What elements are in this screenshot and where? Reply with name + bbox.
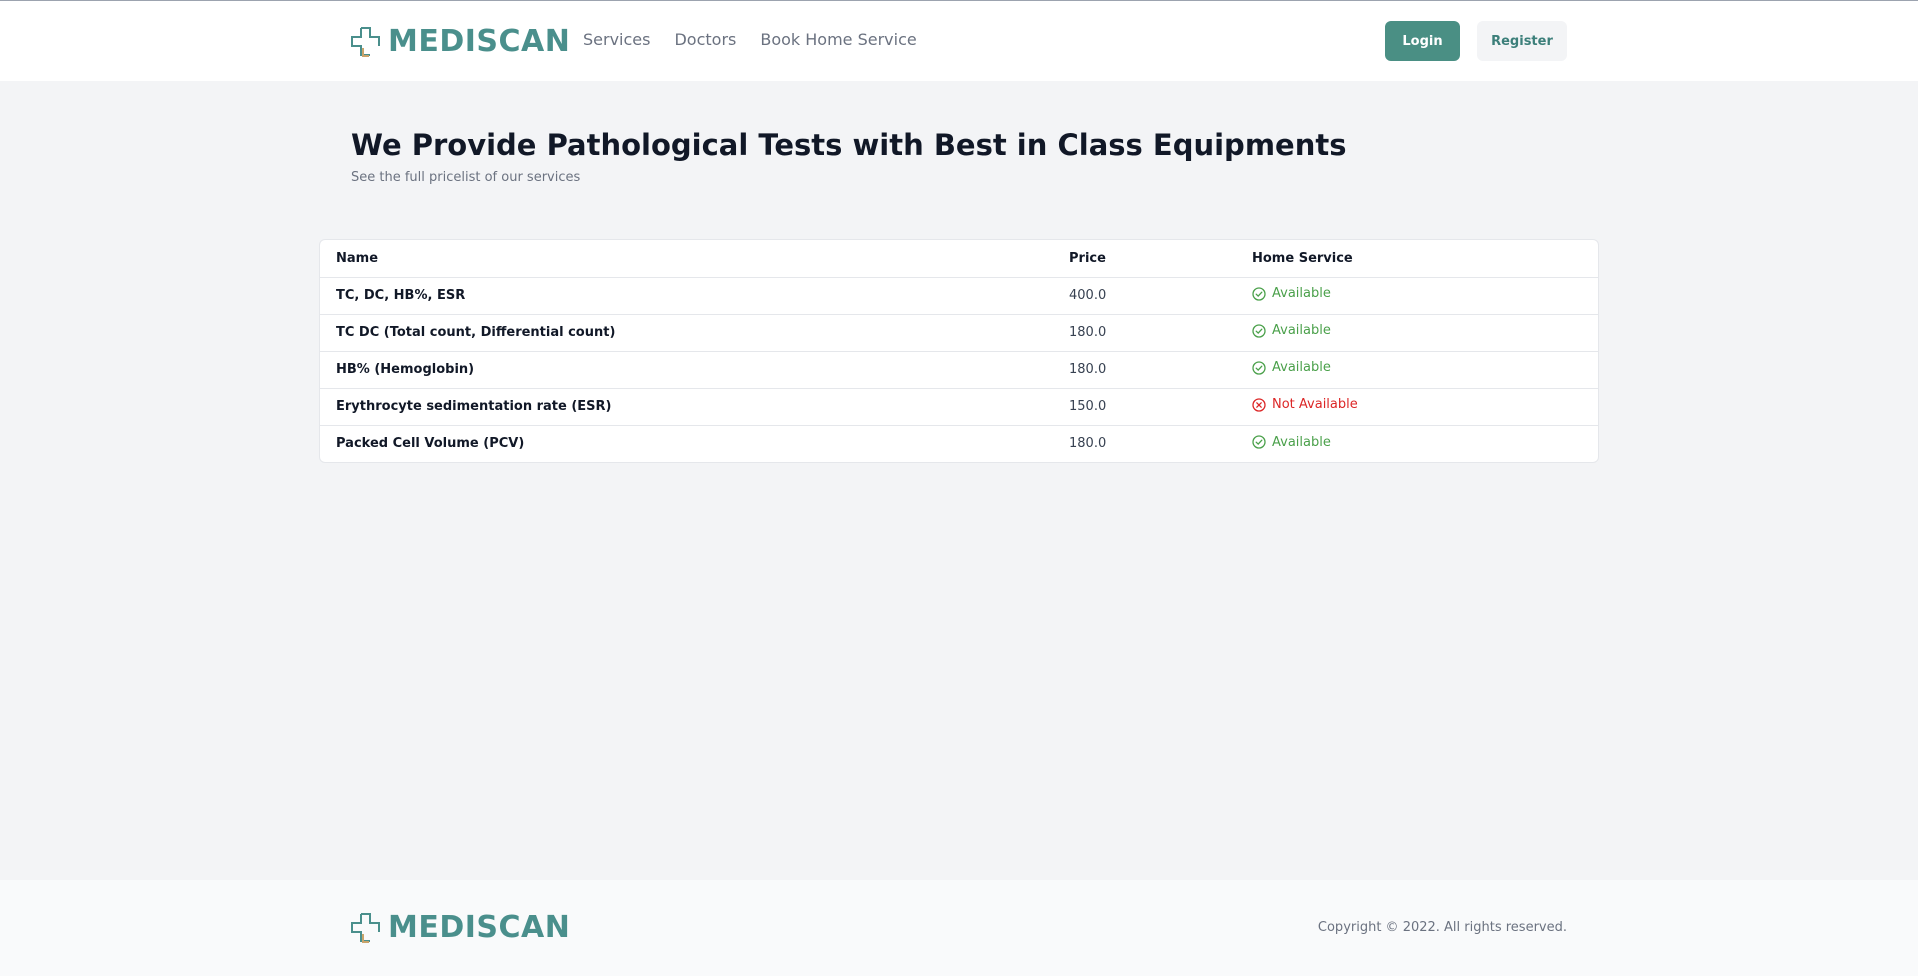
medical-cross-logo-icon <box>351 26 380 57</box>
home-service-cell: Available <box>1236 314 1598 352</box>
home-service-cell: Available <box>1236 277 1598 315</box>
table-body: TC, DC, HB%, ESR 400.0 Available TC DC (Tot… <box>320 277 1598 462</box>
check-circle-icon <box>1252 435 1266 449</box>
table-header-row: Name Price Home Service <box>320 240 1598 278</box>
home-service-cell: Available <box>1236 425 1598 462</box>
check-circle-icon <box>1252 287 1266 301</box>
table-row: Erythrocyte sedimentation rate (ESR) 150.… <box>320 388 1598 426</box>
price-cell: 180.0 <box>1069 436 1107 452</box>
nav-item-doctors[interactable]: Doctors <box>674 30 736 49</box>
page-title: We Provide Pathological Tests with Best … <box>351 128 1347 162</box>
medical-cross-logo-icon <box>351 912 380 943</box>
price-cell: 180.0 <box>1053 314 1236 352</box>
check-circle-icon <box>1252 361 1266 375</box>
footer-logo[interactable]: MEDISCAN <box>350 910 570 945</box>
brand-name: MEDISCAN <box>388 24 571 59</box>
status-available: Available <box>1252 435 1331 450</box>
hero-section: We Provide Pathological Tests with Best … <box>351 128 1346 185</box>
status-not-available: Not Available <box>1252 397 1358 412</box>
table-row: TC, DC, HB%, ESR 400.0 Available <box>320 277 1598 315</box>
home-service-cell: Available <box>1236 351 1598 389</box>
status-available: Available <box>1252 286 1331 301</box>
page-subtitle: See the full pricelist of our services <box>351 170 581 185</box>
nav-item-services[interactable]: Services <box>583 30 650 49</box>
pricelist-table-container: Name Price Home Service TC, DC, HB%, ESR… <box>319 239 1599 463</box>
table-row: TC DC (Total count, Differential count) 1… <box>320 314 1598 352</box>
test-name-cell: TC, DC, HB%, ESR <box>320 277 1053 315</box>
price-cell: 400.0 <box>1053 277 1236 315</box>
table-row: Packed Cell Volume (PCV) 180.0 Available <box>320 425 1598 462</box>
price-cell: 180.0 <box>1053 351 1236 389</box>
column-header-home-service: Home Service <box>1236 240 1598 278</box>
home-service-label: Not Available <box>1272 397 1358 413</box>
site-footer: MEDISCAN Copyright © 2022. All rights re… <box>0 880 1918 976</box>
home-service-label: Available <box>1272 323 1331 339</box>
column-header-price: Price <box>1053 240 1236 278</box>
x-circle-icon <box>1252 398 1266 412</box>
copyright-text: Copyright © 2022. All rights reserved. <box>1317 920 1567 935</box>
status-available: Available <box>1252 323 1331 338</box>
main-nav: Services Doctors Book Home Service <box>583 30 917 49</box>
login-button[interactable]: Login <box>1385 21 1460 61</box>
home-service-label: Available <box>1272 286 1331 302</box>
footer-brand-name: MEDISCAN <box>388 910 571 945</box>
home-service-cell: Not Available <box>1236 388 1598 426</box>
test-name-cell: TC DC (Total count, Differential count) <box>320 314 1053 352</box>
register-button[interactable]: Register <box>1477 21 1567 61</box>
header-logo[interactable]: MEDISCAN <box>350 24 570 59</box>
test-name-cell: Erythrocyte sedimentation rate (ESR) <box>320 388 1053 426</box>
column-header-name: Name <box>320 240 1053 278</box>
check-circle-icon <box>1252 324 1266 338</box>
home-service-label: Available <box>1272 360 1331 376</box>
status-available: Available <box>1252 360 1331 375</box>
test-name-cell: HB% (Hemoglobin) <box>320 351 1053 389</box>
price-cell: 150.0 <box>1053 388 1236 426</box>
pricelist-table: Name Price Home Service TC, DC, HB%, ESR… <box>320 240 1598 462</box>
test-name-cell: Packed Cell Volume (PCV) <box>336 436 525 452</box>
home-service-label: Available <box>1272 434 1331 450</box>
nav-item-book-home-service[interactable]: Book Home Service <box>760 30 916 49</box>
site-header: MEDISCAN Services Doctors Book Home Serv… <box>0 1 1918 81</box>
table-row: HB% (Hemoglobin) 180.0 Available <box>320 351 1598 389</box>
